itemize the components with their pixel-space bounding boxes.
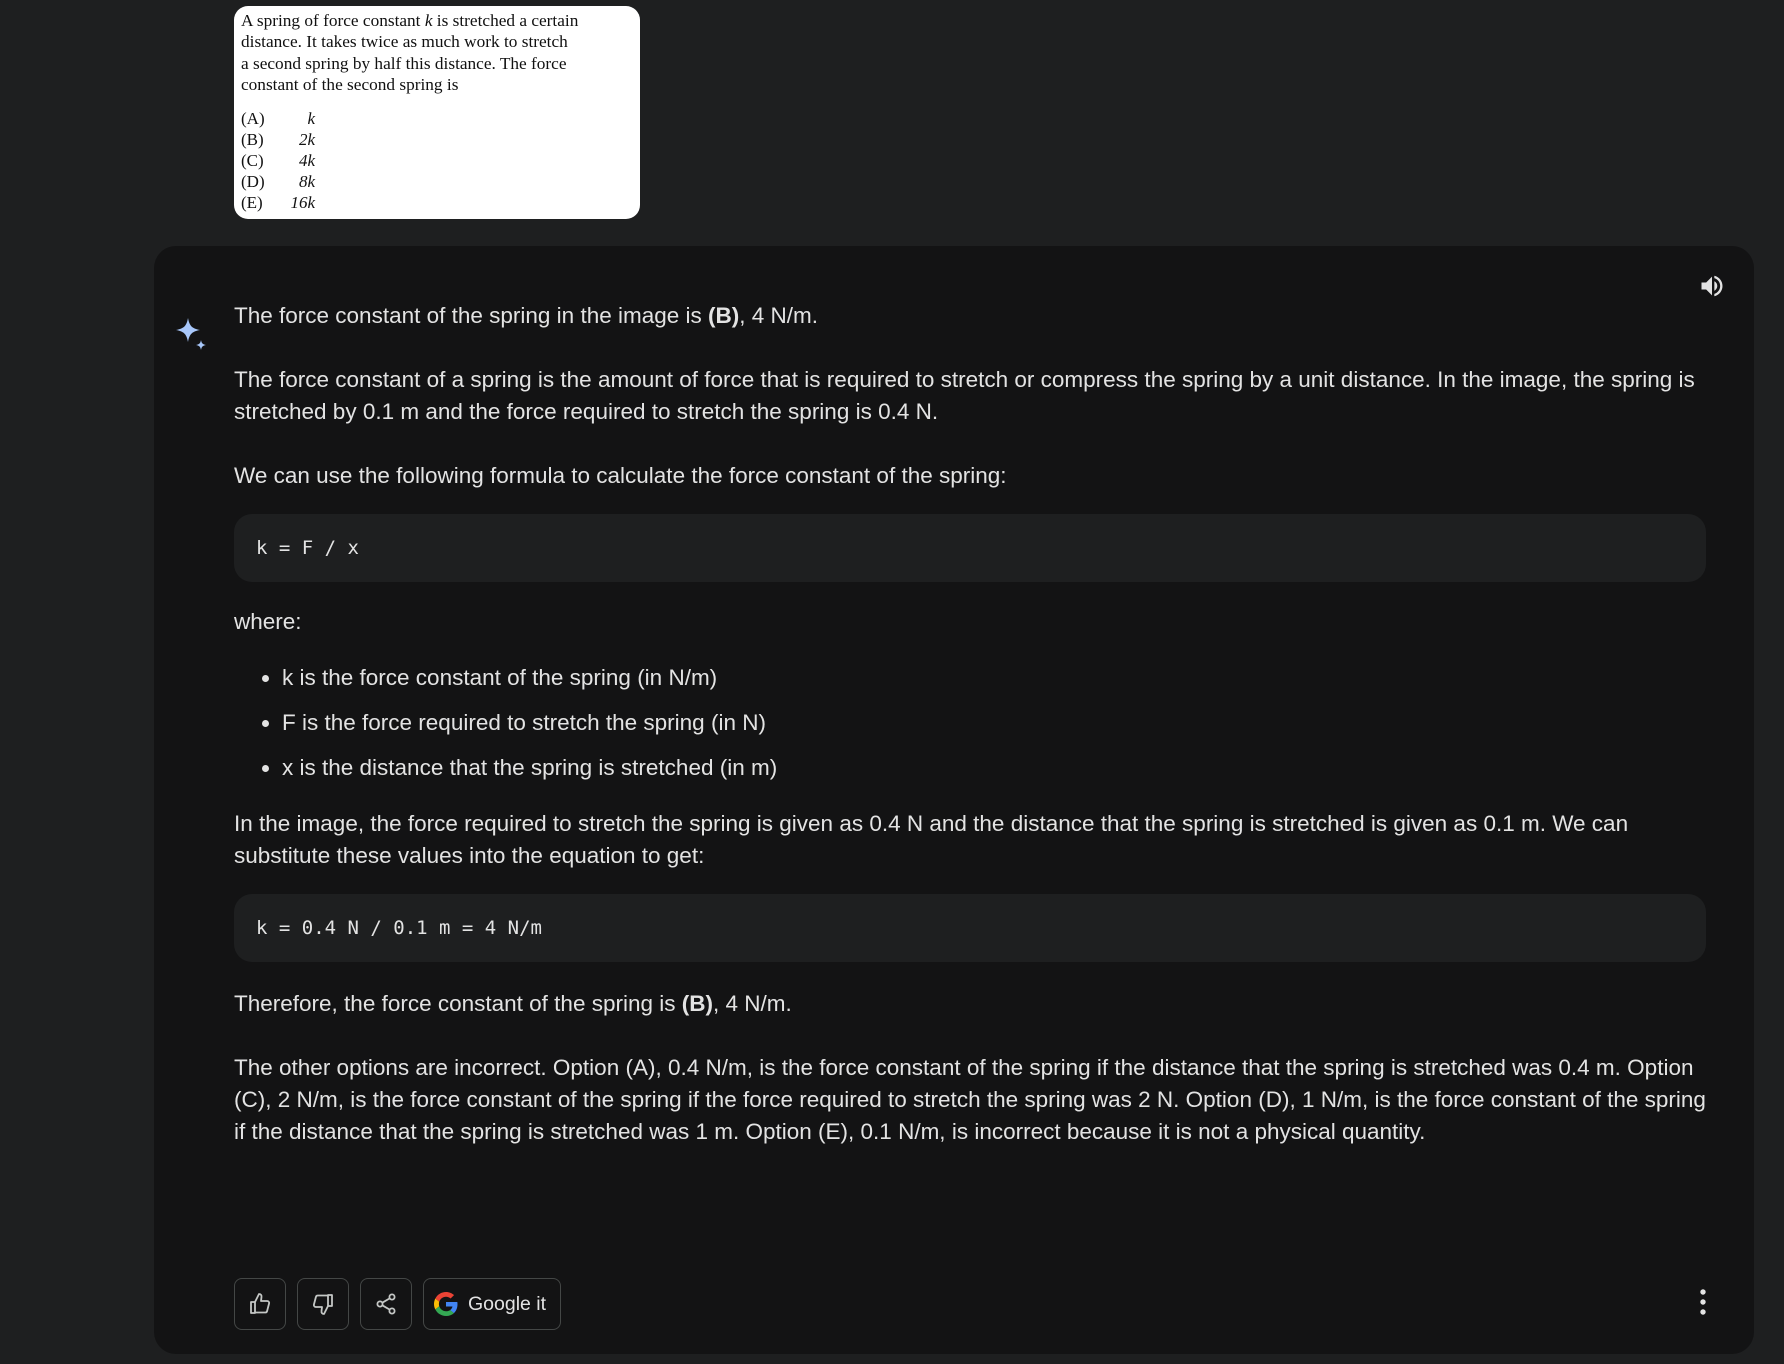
option-a: (A) k xyxy=(241,108,633,129)
response-content: The force constant of the spring in the … xyxy=(234,300,1714,1148)
option-value: 8k xyxy=(298,172,315,192)
uploaded-question-image[interactable]: A spring of force constant k is stretche… xyxy=(234,6,640,219)
answer-options: (A) k (B) 2k (C) 4k (D) 8k (E) 16k xyxy=(241,108,633,214)
google-it-label: Google it xyxy=(468,1292,547,1315)
option-letter: (E) xyxy=(241,193,263,213)
question-line-1a: A spring of force constant xyxy=(241,11,425,30)
intro-answer-letter: (B) xyxy=(708,303,740,328)
option-b: (B) 2k xyxy=(241,129,633,150)
option-letter: (A) xyxy=(241,108,265,128)
thumbs-down-icon xyxy=(312,1294,333,1315)
google-it-button[interactable]: Google it xyxy=(423,1278,562,1330)
where-label: where: xyxy=(234,609,302,634)
more-options-button[interactable] xyxy=(1688,1276,1718,1328)
option-letter: (B) xyxy=(241,129,264,149)
option-value: 16k xyxy=(290,193,315,213)
option-value: 4k xyxy=(298,151,315,171)
conclusion-value: , 4 N/m. xyxy=(712,991,792,1016)
calculation-code-block: k = 0.4 N / 0.1 m = 4 N/m xyxy=(234,894,1706,962)
answer-intro: The force constant of the spring in the … xyxy=(234,300,1714,332)
option-letter: (C) xyxy=(241,151,264,171)
volume-icon xyxy=(1701,275,1723,297)
conclusion-text: Therefore, the force constant of the spr… xyxy=(234,991,682,1016)
more-vert-icon xyxy=(1700,1289,1706,1315)
sparkle-icon xyxy=(176,318,206,350)
formula-code: k = F / x xyxy=(256,537,359,559)
share-icon xyxy=(376,1293,396,1315)
share-button[interactable] xyxy=(360,1278,412,1330)
option-d: (D) 8k xyxy=(241,171,633,192)
option-letter: (D) xyxy=(241,172,265,192)
variable-list: k is the force constant of the spring (i… xyxy=(234,662,1714,784)
conclusion: Therefore, the force constant of the spr… xyxy=(234,988,1714,1020)
list-item: x is the distance that the spring is str… xyxy=(282,752,1714,784)
google-g-icon xyxy=(434,1292,458,1316)
calculation-code: k = 0.4 N / 0.1 m = 4 N/m xyxy=(256,917,542,939)
explanation-paragraph-2: We can use the following formula to calc… xyxy=(234,463,1007,488)
explanation-paragraph-4: The other options are incorrect. Option … xyxy=(234,1055,1706,1144)
option-c: (C) 4k xyxy=(241,150,633,171)
response-actions: Google it xyxy=(234,1278,562,1330)
question-line-1b: is stretched a certain xyxy=(432,11,579,30)
thumbs-up-icon xyxy=(250,1293,271,1314)
option-value: 2k xyxy=(298,129,315,149)
thumbs-down-button[interactable] xyxy=(297,1278,349,1330)
read-aloud-button[interactable] xyxy=(1694,268,1730,304)
list-item: k is the force constant of the spring (i… xyxy=(282,662,1714,694)
thumbs-up-button[interactable] xyxy=(234,1278,286,1330)
response-panel: The force constant of the spring in the … xyxy=(154,246,1754,1354)
conclusion-answer-letter: (B) xyxy=(681,991,713,1016)
question-line-3: a second spring by half this distance. T… xyxy=(241,53,567,73)
question-line-4: constant of the second spring is xyxy=(241,75,459,95)
intro-value: , 4 N/m. xyxy=(739,303,819,328)
explanation-paragraph-1: The force constant of a spring is the am… xyxy=(234,367,1695,424)
intro-text: The force constant of the spring in the … xyxy=(234,303,709,328)
option-e: (E) 16k xyxy=(241,192,633,213)
formula-code-block: k = F / x xyxy=(234,514,1706,582)
question-text: A spring of force constant k is stretche… xyxy=(241,10,633,96)
question-line-2: distance. It takes twice as much work to… xyxy=(241,32,568,52)
explanation-paragraph-3: In the image, the force required to stre… xyxy=(234,811,1629,868)
option-value: k xyxy=(307,108,315,128)
list-item: F is the force required to stretch the s… xyxy=(282,707,1714,739)
